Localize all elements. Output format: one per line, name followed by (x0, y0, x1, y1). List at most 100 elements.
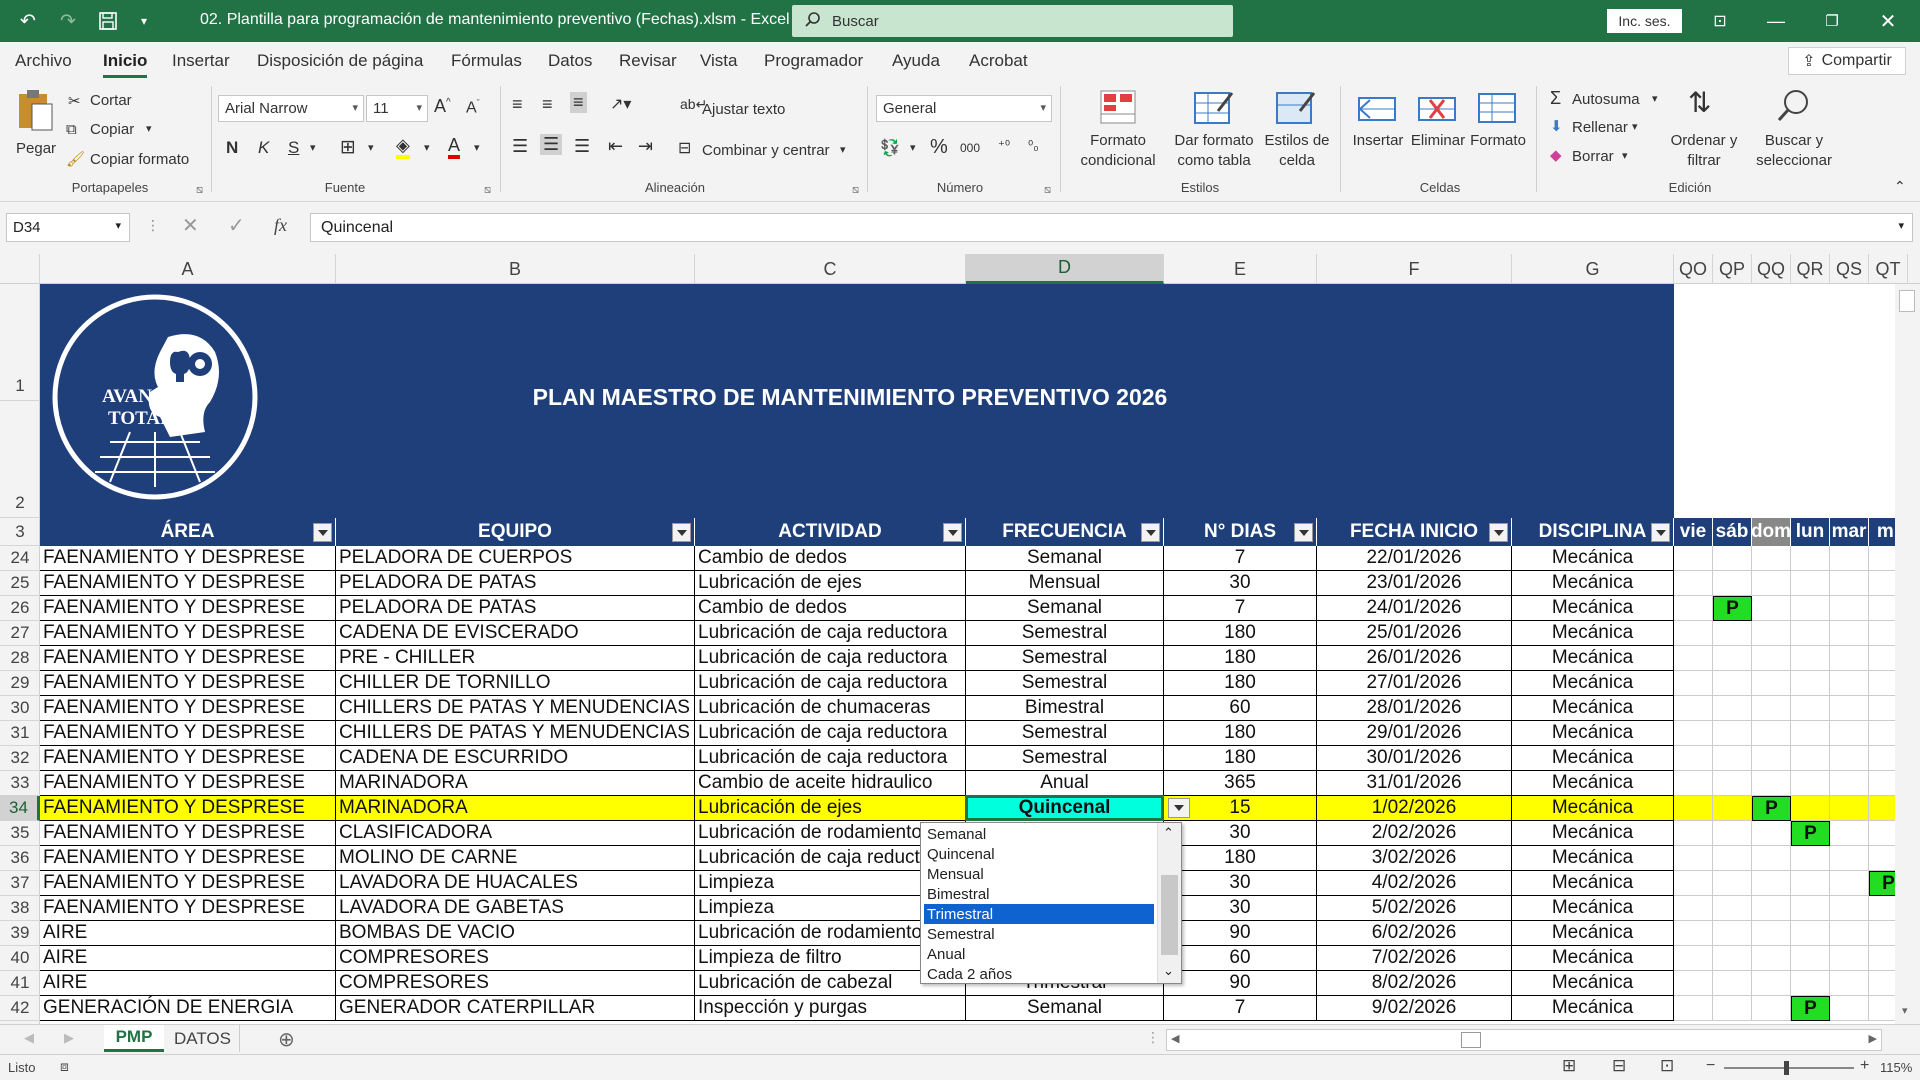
row-header-24[interactable]: 24 (0, 546, 40, 571)
calendar-cell[interactable] (1869, 596, 1895, 621)
cell-actividad[interactable]: Inspección y purgas (695, 996, 966, 1021)
cell-disciplina[interactable]: Mecánica (1512, 721, 1674, 746)
cell-disciplina[interactable]: Mecánica (1512, 746, 1674, 771)
eraser-icon[interactable]: ◆ (1550, 146, 1562, 164)
calendar-cell[interactable] (1791, 771, 1830, 796)
filter-dropdown-icon[interactable] (313, 523, 332, 542)
filter-dropdown-icon[interactable] (672, 523, 691, 542)
cell-frecuencia[interactable]: Semestral (966, 721, 1164, 746)
sign-in-button[interactable]: Inc. ses. (1607, 9, 1682, 33)
list-option[interactable]: Cada 2 años (924, 964, 1154, 984)
chevron-down-icon[interactable]: ▾ (474, 141, 480, 154)
calendar-cell[interactable] (1713, 646, 1752, 671)
calendar-cell[interactable] (1713, 896, 1752, 921)
collapse-ribbon-icon[interactable]: ⌃ (1894, 178, 1906, 195)
cell-disciplina[interactable]: Mecánica (1512, 996, 1674, 1021)
cell-disciplina[interactable]: Mecánica (1512, 796, 1674, 821)
page-layout-icon[interactable]: ⊟ (1612, 1056, 1626, 1076)
calendar-cell[interactable] (1830, 721, 1869, 746)
calendar-cell[interactable] (1791, 946, 1830, 971)
calendar-cell[interactable] (1674, 721, 1713, 746)
cell-equipo[interactable]: LAVADORA DE GABETAS (336, 896, 695, 921)
cell-disciplina[interactable]: Mecánica (1512, 571, 1674, 596)
sheet-tab-datos[interactable]: DATOS (166, 1025, 240, 1052)
cell-frecuencia[interactable]: Semanal (966, 996, 1164, 1021)
scroll-right-icon[interactable]: ▶ (1869, 1032, 1877, 1045)
cell-frecuencia[interactable]: Mensual (966, 571, 1164, 596)
chevron-down-icon[interactable]: ▾ (424, 141, 430, 154)
calendar-cell[interactable] (1674, 896, 1713, 921)
cell-dias[interactable]: 7 (1164, 996, 1317, 1021)
cell-disciplina[interactable]: Mecánica (1512, 921, 1674, 946)
tab-archivo[interactable]: Archivo (15, 51, 72, 71)
prev-sheet-icon[interactable]: ◀ (24, 1030, 34, 1046)
align-top-icon[interactable]: ≡ (512, 94, 523, 115)
row-header-41[interactable]: 41 (0, 971, 40, 996)
alignment-launcher-icon[interactable]: ⧅ (852, 184, 859, 197)
row-header-30[interactable]: 30 (0, 696, 40, 721)
tab-disposicion[interactable]: Disposición de página (257, 51, 423, 71)
row-header-1[interactable]: 1 (0, 284, 40, 401)
calendar-cell[interactable] (1713, 946, 1752, 971)
row-header-33[interactable]: 33 (0, 771, 40, 796)
cell-fecha[interactable]: 2/02/2026 (1317, 821, 1512, 846)
fx-icon[interactable]: fx (274, 215, 287, 236)
calendar-cell[interactable] (1752, 571, 1791, 596)
column-header-qs[interactable]: QS (1830, 254, 1869, 284)
number-launcher-icon[interactable]: ⧅ (1044, 184, 1051, 197)
cell-frecuencia[interactable]: Semanal (966, 546, 1164, 571)
thousands-button[interactable]: 000 (960, 141, 980, 155)
next-sheet-icon[interactable]: ▶ (64, 1030, 74, 1046)
cell-fecha[interactable]: 27/01/2026 (1317, 671, 1512, 696)
column-header-f[interactable]: F (1317, 254, 1512, 284)
cell-frecuencia[interactable]: Anual (966, 771, 1164, 796)
calendar-cell[interactable] (1869, 646, 1895, 671)
cell-fecha[interactable]: 31/01/2026 (1317, 771, 1512, 796)
column-header-g[interactable]: G (1512, 254, 1674, 284)
cell-equipo[interactable]: CLASIFICADORA (336, 821, 695, 846)
close-icon[interactable]: ✕ (1868, 6, 1908, 36)
list-option[interactable]: Semestral (924, 924, 1154, 944)
cell-disciplina[interactable]: Mecánica (1512, 696, 1674, 721)
row-header-26[interactable]: 26 (0, 596, 40, 621)
cell-styles-button[interactable]: Estilos de celda (1262, 86, 1332, 176)
calendar-cell[interactable] (1674, 971, 1713, 996)
calendar-cell[interactable] (1674, 796, 1713, 821)
copy-dropdown-icon[interactable]: ▾ (146, 122, 152, 135)
cell-actividad[interactable]: Cambio de dedos (695, 546, 966, 571)
cell-dias[interactable]: 30 (1164, 821, 1317, 846)
calendar-cell[interactable] (1869, 921, 1895, 946)
cell-disciplina[interactable]: Mecánica (1512, 846, 1674, 871)
calendar-cell[interactable] (1791, 671, 1830, 696)
calendar-cell[interactable] (1713, 921, 1752, 946)
cell-dias[interactable]: 30 (1164, 896, 1317, 921)
cell-actividad[interactable]: Cambio de dedos (695, 596, 966, 621)
cell-area[interactable]: FAENAMIENTO Y DESPRESE (40, 546, 336, 571)
cell-area[interactable]: AIRE (40, 946, 336, 971)
calendar-cell[interactable] (1791, 871, 1830, 896)
calendar-cell[interactable] (1791, 721, 1830, 746)
validation-list[interactable]: Semanal Quincenal Mensual Bimestral Trimestr… (920, 822, 1182, 984)
calendar-cell[interactable] (1713, 721, 1752, 746)
calendar-cell[interactable] (1713, 671, 1752, 696)
copy-icon[interactable]: ⧉ (66, 121, 77, 138)
calendar-cell[interactable] (1752, 696, 1791, 721)
cell-equipo[interactable]: MOLINO DE CARNE (336, 846, 695, 871)
cell-area[interactable]: FAENAMIENTO Y DESPRESE (40, 896, 336, 921)
chevron-up-icon[interactable]: ⌃ (1163, 825, 1174, 841)
cell-fecha[interactable]: 29/01/2026 (1317, 721, 1512, 746)
save-icon[interactable] (96, 9, 120, 33)
cell-actividad[interactable]: Lubricación de caja reductora (695, 746, 966, 771)
calendar-cell[interactable] (1752, 871, 1791, 896)
cell-fecha[interactable]: 28/01/2026 (1317, 696, 1512, 721)
cell-equipo[interactable]: CHILLERS DE PATAS Y MENUDENCIAS (336, 696, 695, 721)
tab-acrobat[interactable]: Acrobat (969, 51, 1028, 71)
scroll-thumb[interactable] (1461, 1032, 1481, 1048)
row-header-31[interactable]: 31 (0, 721, 40, 746)
cell-frecuencia[interactable]: Semanal (966, 596, 1164, 621)
cell-fecha[interactable]: 25/01/2026 (1317, 621, 1512, 646)
calendar-cell[interactable] (1830, 546, 1869, 571)
column-header-b[interactable]: B (336, 254, 695, 284)
align-right-icon[interactable]: ☰ (574, 136, 590, 157)
calendar-cell[interactable] (1713, 571, 1752, 596)
